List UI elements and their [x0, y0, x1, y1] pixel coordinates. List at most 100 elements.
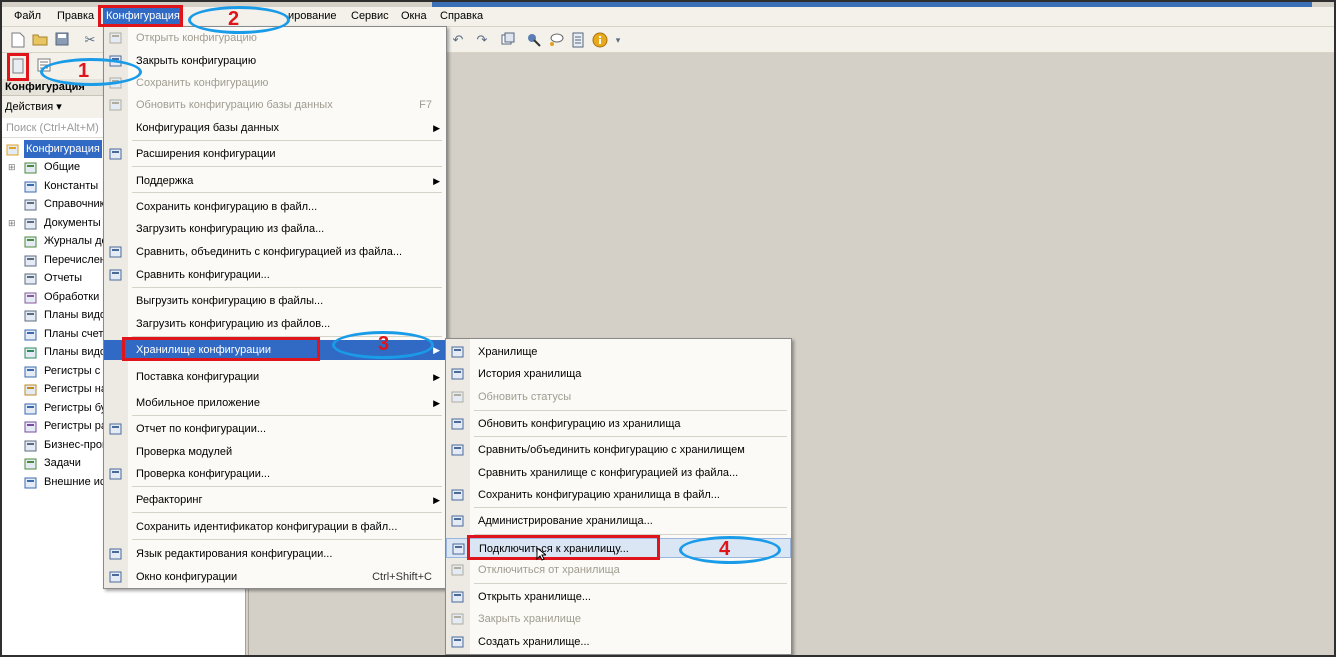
compare-repo-icon — [451, 443, 465, 457]
undefined-item[interactable]: Сравнить, объединить с конфигурацией из … — [104, 242, 446, 262]
undefined-item[interactable]: Язык редактирования конфигурации... — [104, 544, 446, 564]
undefined-item[interactable]: Создать хранилище... — [446, 632, 791, 652]
compare-merge-icon — [109, 245, 123, 259]
menu-separator — [132, 140, 442, 141]
undefined-item[interactable]: Сохранить конфигурацию в файл... — [104, 197, 446, 217]
tree-item-label: Перечислен — [44, 254, 106, 266]
dataprocessors-icon — [24, 291, 37, 304]
undefined-item-label: Проверка модулей — [136, 446, 233, 458]
undefined-item[interactable]: Закрыть конфигурацию — [104, 51, 446, 71]
undefined-item[interactable]: Окно конфигурации Ctrl+Shift+C — [104, 567, 446, 587]
open-folder-icon[interactable] — [32, 32, 48, 48]
report-icon — [109, 422, 123, 436]
menu-administration[interactable]: ирование — [288, 10, 337, 22]
undefined-item[interactable]: Мобильное приложение ▶ — [104, 393, 446, 413]
undefined-item[interactable]: Выгрузить конфигурацию в файлы... — [104, 291, 446, 311]
undefined-item-label: Отключиться от хранилища — [478, 564, 620, 576]
tree-item-label: Константы — [44, 180, 99, 192]
tree-item-label: Регистры бу — [44, 402, 107, 414]
configuration-menu: Открыть конфигурацию Закрыть конфигурацию… — [103, 26, 447, 589]
menu-windows[interactable]: Окна — [401, 10, 427, 22]
repository-icon — [451, 345, 465, 359]
annotation-oval-1 — [40, 58, 142, 86]
refresh-status-icon — [451, 390, 465, 404]
app-window: Файл Правка Конфигурация ирование Сервис… — [2, 2, 1334, 655]
close-repo-icon — [451, 612, 465, 626]
undefined-item[interactable]: Сравнить конфигурации... — [104, 265, 446, 285]
menu-separator — [132, 512, 442, 513]
toolbar-more-icon[interactable]: ▾ — [610, 32, 626, 48]
undefined-item[interactable]: Конфигурация базы данных ▶ — [104, 118, 446, 138]
menu-separator — [474, 410, 787, 411]
syntax-assistant-icon[interactable] — [548, 32, 564, 48]
chart-of-calc-icon — [24, 346, 37, 359]
undefined-item[interactable]: Сохранить конфигурацию хранилища в файл.… — [446, 485, 791, 505]
calc-registers-icon — [24, 420, 37, 433]
new-file-icon[interactable] — [10, 32, 26, 48]
undefined-item-label: Язык редактирования конфигурации... — [136, 548, 333, 560]
annotation-number-1: 1 — [78, 60, 90, 82]
undefined-item-label: Сравнить хранилище с конфигурацией из фа… — [478, 467, 739, 479]
chart-of-char-icon — [24, 309, 37, 322]
undefined-item[interactable]: Сравнить хранилище с конфигурацией из фа… — [446, 463, 791, 483]
undefined-item[interactable]: Администрирование хранилища... — [446, 511, 791, 531]
reports-icon — [24, 272, 37, 285]
undefined-item[interactable]: Открыть хранилище... — [446, 587, 791, 607]
menu-separator — [132, 539, 442, 540]
undo-icon[interactable]: ↶ — [450, 32, 466, 48]
undefined-item-label: Сравнить, объединить с конфигурацией из … — [136, 246, 403, 258]
annotation-number-4: 4 — [719, 538, 731, 560]
acc-registers-icon — [24, 402, 37, 415]
expand-icon[interactable]: ⊞ — [8, 158, 16, 176]
tree-item-label: Внешние ис — [44, 476, 106, 488]
undefined-item-label: Закрыть конфигурацию — [136, 55, 257, 67]
tree-item-label: Обработки — [44, 291, 100, 303]
menu-help[interactable]: Справка — [440, 10, 483, 22]
tree-item-label: Задачи — [44, 457, 81, 469]
undefined-item[interactable]: Поставка конфигурации ▶ — [104, 367, 446, 387]
cut-icon[interactable]: ✂ — [82, 32, 98, 48]
save-icon[interactable] — [54, 32, 70, 48]
open-config-icon — [109, 31, 123, 45]
undefined-item[interactable]: Обновить конфигурацию из хранилища — [446, 414, 791, 434]
menu-service[interactable]: Сервис — [351, 10, 389, 22]
undefined-item[interactable]: Отчет по конфигурации... — [104, 419, 446, 439]
shortcut-label: Ctrl+Shift+C — [372, 571, 432, 583]
config-window-icon — [109, 570, 123, 584]
update-db-icon — [109, 98, 123, 112]
tree-item-label: Общие — [44, 161, 81, 173]
extensions-icon — [109, 147, 123, 161]
undefined-item[interactable]: Рефакторинг ▶ — [104, 490, 446, 510]
undefined-item[interactable]: Загрузить конфигурацию из файла... — [104, 219, 446, 239]
undefined-item[interactable]: История хранилища — [446, 364, 791, 384]
compare-icon — [109, 268, 123, 282]
undefined-item-label: Поставка конфигурации — [136, 371, 260, 383]
info-icon[interactable] — [592, 32, 608, 48]
help-book-icon[interactable] — [570, 32, 586, 48]
menu-file[interactable]: Файл — [14, 10, 41, 22]
undefined-item[interactable]: Проверка конфигурации... — [104, 464, 446, 484]
windows-icon[interactable] — [500, 32, 516, 48]
undefined-item-label: Сохранить конфигурацию в файл... — [136, 201, 318, 213]
undefined-item[interactable]: Сохранить идентификатор конфигурации в ф… — [104, 517, 446, 537]
undefined-item-label: Открыть хранилище... — [478, 591, 591, 603]
undefined-item-label: Обновить конфигурацию из хранилища — [478, 418, 681, 430]
expand-icon[interactable]: ⊞ — [8, 214, 16, 232]
tree-item-label: Конфигурация — [24, 140, 102, 158]
undefined-item[interactable]: Хранилище — [446, 342, 791, 362]
menu-separator — [474, 436, 787, 437]
external-icon — [24, 476, 37, 489]
menu-edit[interactable]: Правка — [57, 10, 94, 22]
create-repo-icon — [451, 635, 465, 649]
redo-icon[interactable]: ↷ — [474, 32, 490, 48]
chart-of-accounts-icon — [24, 328, 37, 341]
undefined-item[interactable]: Проверка модулей — [104, 442, 446, 462]
undefined-item[interactable]: Поддержка ▶ — [104, 171, 446, 191]
debug-run-icon[interactable] — [526, 32, 542, 48]
tree-item-label: Журналы до — [44, 235, 108, 247]
undefined-item[interactable]: Сравнить/объединить конфигурацию с храни… — [446, 440, 791, 460]
disconnect-repo-icon — [451, 563, 465, 577]
tree-item-label: Планы счет — [44, 328, 104, 340]
undefined-item[interactable]: Расширения конфигурации — [104, 144, 446, 164]
annotation-box-2 — [98, 5, 183, 27]
